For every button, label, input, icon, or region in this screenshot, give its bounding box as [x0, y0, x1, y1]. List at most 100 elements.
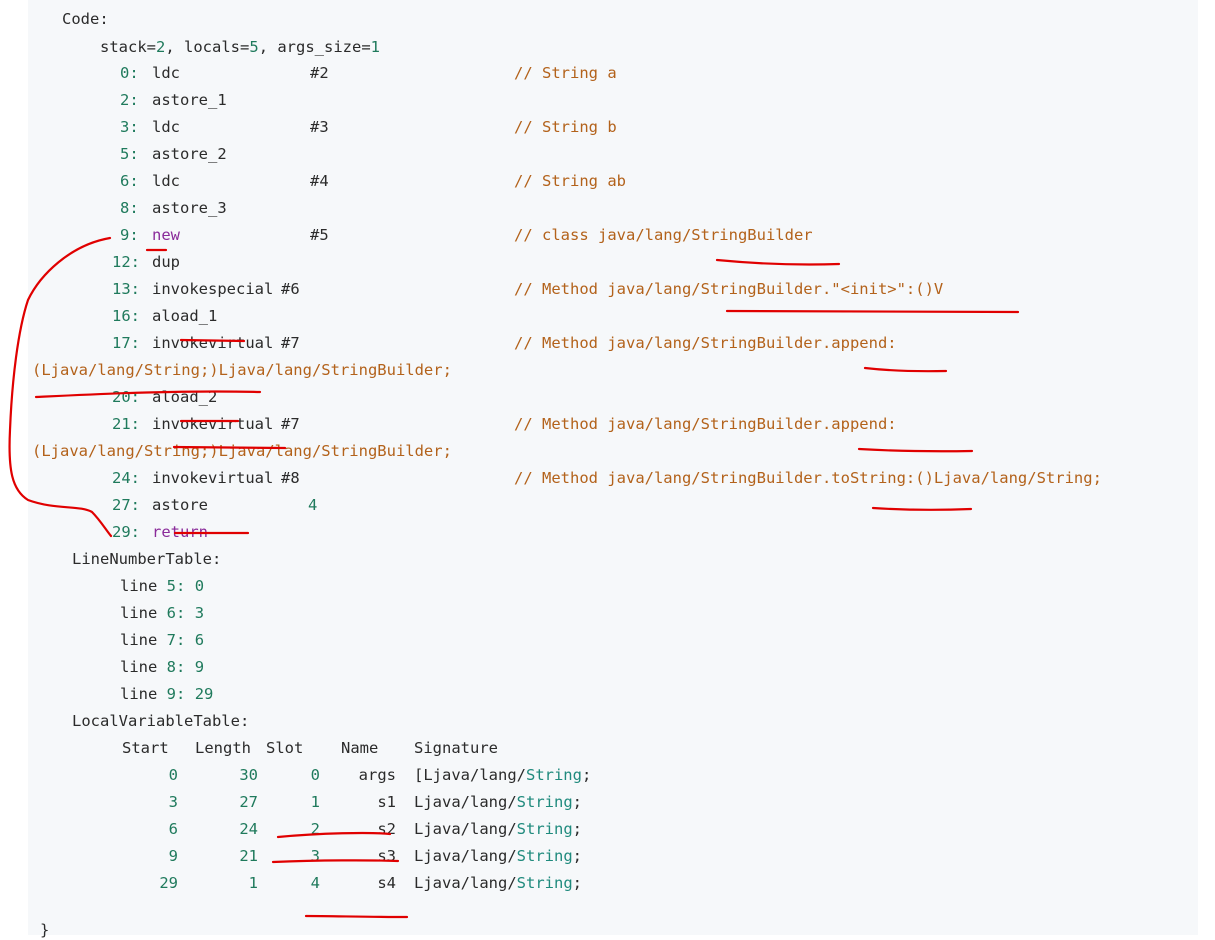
variable-slot: 1	[310, 793, 320, 811]
source-line: 7:	[166, 631, 186, 649]
signature-suffix: ;	[572, 847, 582, 865]
variable-start: 29	[159, 874, 178, 892]
instruction-comment-continuation: (Ljava/lang/String;)Ljava/lang/StringBui…	[32, 361, 452, 379]
variable-slot: 4	[310, 874, 320, 892]
signature-type: String	[516, 793, 573, 811]
line-keyword: line	[120, 685, 158, 703]
line-number-row: line 7: 6	[120, 630, 204, 650]
args-size-label: , args_size=	[258, 38, 371, 56]
instruction-arg: #3	[310, 118, 329, 136]
instruction-opcode: astore_1	[152, 91, 227, 109]
variable-length: 21	[239, 847, 258, 865]
instruction-comment: // Method java/lang/StringBuilder."<init…	[514, 280, 944, 298]
signature-type: String	[516, 820, 573, 838]
signature-package: Ljava/lang/	[414, 793, 517, 811]
column-header-name: Name	[341, 739, 379, 757]
bytecode-offset: 9	[194, 658, 205, 676]
instruction-opcode: ldc	[152, 118, 180, 136]
instruction-arg: #2	[310, 64, 329, 82]
line-keyword: line	[120, 577, 158, 595]
column-header-length: Length	[195, 739, 251, 757]
line-number-row: line 6: 3	[120, 603, 204, 623]
variable-name: s4	[377, 874, 396, 892]
instruction-opcode: aload_1	[152, 307, 218, 325]
variable-start: 9	[168, 847, 178, 865]
signature-suffix: ;	[581, 766, 592, 784]
variable-name: s2	[377, 820, 396, 838]
instruction-arg: #6	[281, 280, 300, 298]
instruction-comment-continuation: (Ljava/lang/String;)Ljava/lang/StringBui…	[32, 442, 452, 460]
instruction-opcode: new	[152, 226, 180, 244]
instruction-offset: 6:	[120, 172, 139, 190]
args-size-value: 1	[370, 38, 381, 56]
local-variable-table-header: LocalVariableTable:	[72, 712, 250, 730]
instruction-offset: 16:	[112, 307, 140, 325]
code-block: Code: stack=2, locals=5, args_size=1 0: …	[28, 0, 1198, 939]
instruction-offset: 9:	[120, 226, 139, 244]
line-number-row: line 9: 29	[120, 684, 213, 704]
instruction-opcode: ldc	[152, 172, 180, 190]
instruction-arg: #7	[281, 334, 300, 352]
signature-package: Ljava/lang/	[414, 847, 517, 865]
source-line: 9:	[166, 685, 186, 703]
source-line: 8:	[166, 658, 186, 676]
instruction-arg: 4	[308, 496, 318, 514]
instruction-comment: // Method java/lang/StringBuilder.toStri…	[514, 469, 1102, 487]
instruction-offset: 13:	[112, 280, 140, 298]
instruction-offset: 3:	[120, 118, 139, 136]
instruction-offset: 24:	[112, 469, 140, 487]
variable-signature: Ljava/lang/String;	[414, 792, 582, 812]
variable-slot: 2	[310, 820, 320, 838]
stack-label: stack=	[100, 38, 156, 56]
signature-type: String	[516, 847, 573, 865]
instruction-opcode: astore	[152, 496, 208, 514]
source-line: 5:	[166, 577, 186, 595]
instruction-offset: 8:	[120, 199, 139, 217]
code-header: Code:	[62, 10, 109, 28]
column-header-signature: Signature	[414, 739, 498, 757]
line-keyword: line	[120, 604, 158, 622]
variable-length: 30	[239, 766, 258, 784]
instruction-arg: #8	[281, 469, 300, 487]
instruction-comment: // Method java/lang/StringBuilder.append…	[514, 334, 897, 352]
instruction-offset: 20:	[112, 388, 140, 406]
variable-length: 1	[248, 874, 258, 892]
line-keyword: line	[120, 658, 158, 676]
line-number-table-header: LineNumberTable:	[72, 550, 222, 568]
variable-slot: 0	[310, 766, 320, 784]
line-keyword: line	[120, 631, 158, 649]
instruction-offset: 27:	[112, 496, 140, 514]
signature-type: String	[516, 874, 573, 892]
locals-value: 5	[249, 38, 259, 56]
instruction-offset: 21:	[112, 415, 140, 433]
signature-suffix: ;	[572, 874, 582, 892]
instruction-comment: // String a	[514, 64, 617, 82]
column-header-slot: Slot	[266, 739, 304, 757]
instruction-comment: // class java/lang/StringBuilder	[514, 226, 813, 244]
instruction-comment: // String b	[514, 118, 617, 136]
source-line: 6:	[166, 604, 186, 622]
instruction-offset: 2:	[120, 91, 139, 109]
instruction-opcode: invokevirtual	[152, 469, 274, 487]
signature-suffix: ;	[572, 793, 582, 811]
signature-suffix: ;	[572, 820, 582, 838]
column-header-start: Start	[122, 739, 169, 757]
variable-signature: [Ljava/lang/String;	[414, 765, 591, 785]
line-number-row: line 8: 9	[120, 657, 204, 677]
variable-name: s1	[377, 793, 396, 811]
variable-start: 3	[168, 793, 178, 811]
instruction-offset: 5:	[120, 145, 139, 163]
signature-package: Ljava/lang/	[414, 820, 517, 838]
instruction-opcode: invokevirtual	[152, 334, 274, 352]
instruction-opcode: invokespecial	[152, 280, 274, 298]
locals-label: , locals=	[165, 38, 250, 56]
instruction-opcode: astore_2	[152, 145, 227, 163]
variable-length: 27	[239, 793, 258, 811]
variable-signature: Ljava/lang/String;	[414, 873, 582, 893]
variable-length: 24	[239, 820, 258, 838]
bytecode-offset: 29	[194, 685, 214, 703]
instruction-arg: #5	[310, 226, 329, 244]
instruction-offset: 17:	[112, 334, 140, 352]
stack-info-line: stack=2, locals=5, args_size=1	[100, 37, 380, 57]
instruction-opcode: return	[152, 523, 208, 541]
